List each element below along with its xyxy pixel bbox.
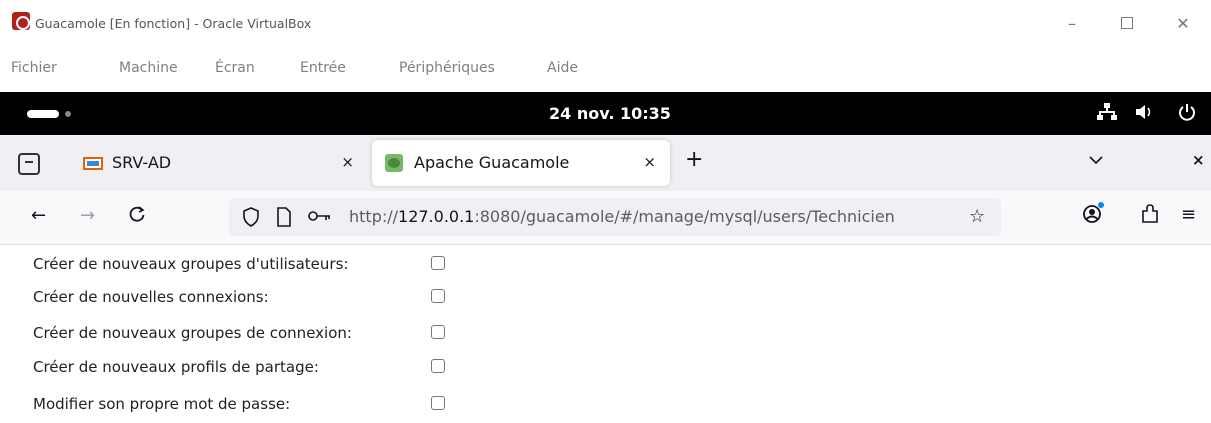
- power-icon[interactable]: [1178, 103, 1196, 125]
- url-path: :8080/guacamole/#/manage/mysql/users/Tec…: [474, 207, 895, 226]
- permission-row: Modifier son propre mot de passe:: [33, 394, 473, 414]
- tracking-protection-icon[interactable]: [242, 207, 260, 231]
- permission-row: Créer de nouveaux groupes de connexion:: [33, 323, 473, 343]
- url-host: 127.0.0.1: [398, 207, 475, 226]
- extensions-icon[interactable]: [1140, 204, 1160, 229]
- workspace-dot: [65, 111, 71, 117]
- permission-label: Créer de nouveaux groupes de connexion:: [33, 324, 352, 342]
- permission-label: Créer de nouvelles connexions:: [33, 288, 269, 306]
- new-tab-button[interactable]: +: [685, 149, 703, 171]
- tab-apache-guacamole[interactable]: Apache Guacamole ×: [372, 140, 670, 186]
- minimize-icon: –: [1068, 13, 1076, 33]
- vbox-title-bar: Guacamole [En fonction] - Oracle Virtual…: [0, 0, 1211, 46]
- url-bar[interactable]: http://127.0.0.1:8080/guacamole/#/manage…: [229, 198, 1001, 236]
- permission-label: Créer de nouveaux groupes d'utilisateurs…: [33, 255, 349, 273]
- browser-tab-bar: SRV-AD × Apache Guacamole × + ×: [0, 135, 1211, 191]
- menu-ecran[interactable]: Écran: [215, 60, 255, 76]
- tab-label: Apache Guacamole: [414, 153, 570, 172]
- bookmark-star-icon[interactable]: ☆: [969, 206, 985, 227]
- window-title: Guacamole [En fonction] - Oracle Virtual…: [35, 16, 312, 31]
- minimize-button[interactable]: –: [1057, 10, 1087, 36]
- menu-entree[interactable]: Entrée: [300, 60, 346, 76]
- activities-indicator[interactable]: [27, 110, 59, 118]
- url-scheme: http://: [349, 207, 399, 226]
- forward-icon[interactable]: →: [80, 205, 95, 226]
- permission-checkbox[interactable]: [431, 256, 445, 270]
- menu-aide[interactable]: Aide: [547, 60, 578, 76]
- volume-icon[interactable]: [1134, 103, 1154, 125]
- close-icon: ✕: [1176, 13, 1190, 33]
- guacamole-icon: [385, 154, 403, 172]
- vbox-menu-bar: Fichier Machine Écran Entrée Périphériqu…: [0, 52, 1211, 88]
- tab-label: SRV-AD: [112, 153, 172, 172]
- permission-checkbox[interactable]: [431, 289, 445, 303]
- monitor-icon: [83, 157, 103, 170]
- firefox-view-icon[interactable]: [18, 153, 40, 175]
- list-all-tabs-icon[interactable]: [1088, 151, 1104, 169]
- maximize-icon: [1121, 17, 1133, 29]
- close-window-button[interactable]: ✕: [1168, 10, 1198, 36]
- page-content: Créer de nouveaux groupes d'utilisateurs…: [0, 245, 1211, 423]
- permission-row: Créer de nouvelles connexions:: [33, 287, 473, 307]
- menu-fichier[interactable]: Fichier: [11, 60, 57, 76]
- permission-row: Créer de nouveaux profils de partage:: [33, 357, 473, 377]
- maximize-button[interactable]: [1112, 10, 1142, 36]
- permission-checkbox[interactable]: [431, 359, 445, 373]
- tab-close-icon[interactable]: ×: [341, 153, 354, 171]
- tab-close-icon[interactable]: ×: [643, 153, 656, 171]
- gnome-top-bar: 24 nov. 10:35: [0, 92, 1211, 135]
- reload-icon[interactable]: [128, 205, 146, 228]
- permission-label: Créer de nouveaux profils de partage:: [33, 358, 319, 376]
- clock[interactable]: 24 nov. 10:35: [549, 104, 671, 123]
- hamburger-menu-icon[interactable]: ≡: [1181, 204, 1196, 225]
- page-info-icon[interactable]: [276, 207, 292, 231]
- virtualbox-app-icon: [12, 12, 30, 30]
- browser-nav-bar: ← → http://127.0.0.1:8080/guacamole/#/ma…: [0, 191, 1211, 245]
- menu-peripheriques[interactable]: Périphériques: [399, 60, 495, 76]
- network-icon[interactable]: [1097, 103, 1117, 125]
- close-window-icon[interactable]: ×: [1192, 151, 1205, 169]
- tab-srv-ad[interactable]: SRV-AD ×: [70, 140, 368, 186]
- url-text[interactable]: http://127.0.0.1:8080/guacamole/#/manage…: [349, 207, 959, 226]
- menu-machine[interactable]: Machine: [119, 60, 178, 76]
- key-icon[interactable]: [308, 207, 332, 229]
- permission-checkbox[interactable]: [431, 396, 445, 410]
- permission-label: Modifier son propre mot de passe:: [33, 395, 291, 413]
- back-icon[interactable]: ←: [31, 205, 46, 226]
- account-notification-dot: [1098, 202, 1104, 208]
- permission-checkbox[interactable]: [431, 325, 445, 339]
- permission-row: Créer de nouveaux groupes d'utilisateurs…: [33, 254, 473, 274]
